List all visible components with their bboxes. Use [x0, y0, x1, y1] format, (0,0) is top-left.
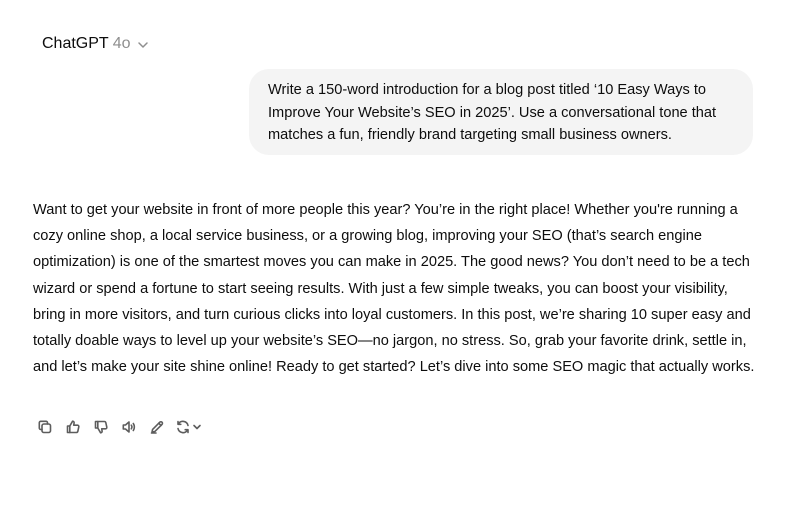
model-version: 4o [112, 35, 131, 52]
copy-icon [38, 420, 52, 434]
model-switcher[interactable]: ChatGPT 4o [34, 28, 158, 60]
chevron-down-icon [138, 42, 149, 48]
regenerate-icon [176, 420, 189, 434]
edit-icon [150, 420, 164, 434]
edit-in-canvas-button[interactable] [143, 416, 171, 438]
assistant-message: Want to get your website in front of mor… [33, 202, 755, 376]
regenerate-button[interactable] [171, 416, 205, 438]
thumbs-up-icon [66, 420, 80, 434]
message-actions [31, 416, 205, 438]
chevron-down-icon [192, 424, 201, 430]
good-response-button[interactable] [59, 416, 87, 438]
copy-button[interactable] [31, 416, 59, 438]
read-aloud-button[interactable] [115, 416, 143, 438]
thumbs-down-icon [94, 420, 108, 434]
model-name: ChatGPT [42, 35, 109, 52]
user-message: Write a 150-word introduction for a blog… [249, 69, 753, 155]
read-aloud-icon [122, 421, 136, 433]
bad-response-button[interactable] [87, 416, 115, 438]
